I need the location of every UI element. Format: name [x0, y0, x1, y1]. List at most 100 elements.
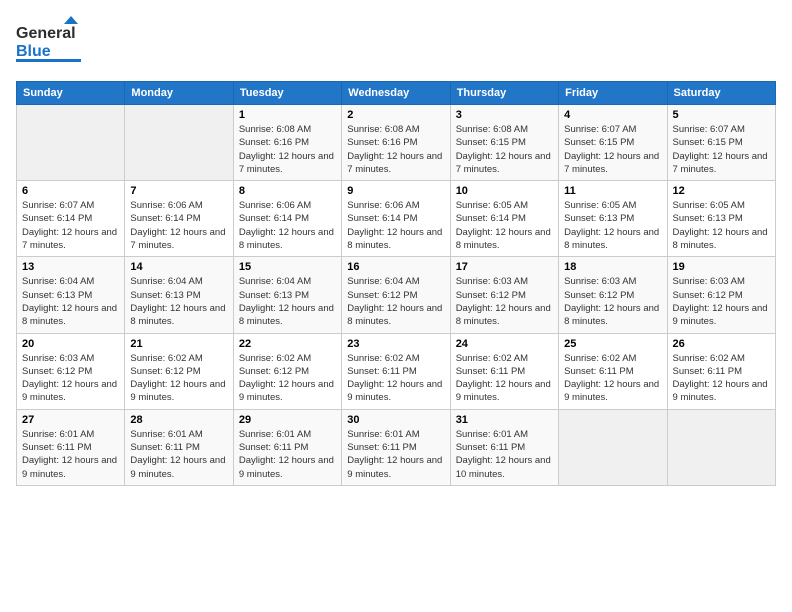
day-number: 25 [564, 338, 661, 350]
calendar-cell: 4 Sunrise: 6:07 AM Sunset: 6:15 PM Daylig… [559, 105, 667, 181]
calendar-cell: 15 Sunrise: 6:04 AM Sunset: 6:13 PM Dayli… [233, 257, 341, 333]
dow-wednesday: Wednesday [342, 82, 450, 105]
calendar-cell: 3 Sunrise: 6:08 AM Sunset: 6:15 PM Daylig… [450, 105, 558, 181]
day-number: 10 [456, 185, 553, 197]
day-number: 27 [22, 414, 119, 426]
week-row-1: 6 Sunrise: 6:07 AM Sunset: 6:14 PM Daylig… [17, 181, 776, 257]
day-info: Sunrise: 6:06 AM Sunset: 6:14 PM Dayligh… [239, 199, 336, 252]
day-number: 28 [130, 414, 227, 426]
day-number: 13 [22, 261, 119, 273]
day-info: Sunrise: 6:01 AM Sunset: 6:11 PM Dayligh… [22, 428, 119, 481]
day-info: Sunrise: 6:04 AM Sunset: 6:13 PM Dayligh… [130, 275, 227, 328]
day-number: 31 [456, 414, 553, 426]
day-info: Sunrise: 6:07 AM Sunset: 6:14 PM Dayligh… [22, 199, 119, 252]
day-info: Sunrise: 6:02 AM Sunset: 6:11 PM Dayligh… [564, 352, 661, 405]
day-info: Sunrise: 6:03 AM Sunset: 6:12 PM Dayligh… [564, 275, 661, 328]
day-info: Sunrise: 6:07 AM Sunset: 6:15 PM Dayligh… [673, 123, 770, 176]
day-number: 18 [564, 261, 661, 273]
svg-text:Blue: Blue [16, 43, 51, 60]
day-info: Sunrise: 6:05 AM Sunset: 6:13 PM Dayligh… [673, 199, 770, 252]
day-number: 9 [347, 185, 444, 197]
day-info: Sunrise: 6:02 AM Sunset: 6:11 PM Dayligh… [347, 352, 444, 405]
calendar-cell: 20 Sunrise: 6:03 AM Sunset: 6:12 PM Dayli… [17, 333, 125, 409]
calendar-cell: 18 Sunrise: 6:03 AM Sunset: 6:12 PM Dayli… [559, 257, 667, 333]
calendar-cell: 7 Sunrise: 6:06 AM Sunset: 6:14 PM Daylig… [125, 181, 233, 257]
day-number: 8 [239, 185, 336, 197]
svg-text:General: General [16, 25, 76, 42]
calendar-cell [559, 409, 667, 485]
logo-icon: General Blue [16, 16, 86, 71]
day-number: 11 [564, 185, 661, 197]
calendar-cell: 27 Sunrise: 6:01 AM Sunset: 6:11 PM Dayli… [17, 409, 125, 485]
calendar-cell: 9 Sunrise: 6:06 AM Sunset: 6:14 PM Daylig… [342, 181, 450, 257]
logo: General Blue [16, 16, 86, 71]
calendar-cell [125, 105, 233, 181]
day-info: Sunrise: 6:07 AM Sunset: 6:15 PM Dayligh… [564, 123, 661, 176]
calendar-cell: 14 Sunrise: 6:04 AM Sunset: 6:13 PM Dayli… [125, 257, 233, 333]
day-info: Sunrise: 6:03 AM Sunset: 6:12 PM Dayligh… [673, 275, 770, 328]
calendar-cell: 30Sunrise: 6:01 AM Sunset: 6:11 PM Dayli… [342, 409, 450, 485]
calendar-cell: 22 Sunrise: 6:02 AM Sunset: 6:12 PM Dayli… [233, 333, 341, 409]
week-row-2: 13 Sunrise: 6:04 AM Sunset: 6:13 PM Dayli… [17, 257, 776, 333]
dow-saturday: Saturday [667, 82, 775, 105]
calendar-body: 1 Sunrise: 6:08 AM Sunset: 6:16 PM Daylig… [17, 105, 776, 486]
day-info: Sunrise: 6:04 AM Sunset: 6:13 PM Dayligh… [239, 275, 336, 328]
day-info: Sunrise: 6:01 AM Sunset: 6:11 PM Dayligh… [456, 428, 553, 481]
calendar-cell: 1 Sunrise: 6:08 AM Sunset: 6:16 PM Daylig… [233, 105, 341, 181]
day-info: Sunrise: 6:03 AM Sunset: 6:12 PM Dayligh… [22, 352, 119, 405]
calendar-cell [17, 105, 125, 181]
day-info: Sunrise: 6:06 AM Sunset: 6:14 PM Dayligh… [130, 199, 227, 252]
day-number: 26 [673, 338, 770, 350]
day-info: Sunrise: 6:01 AM Sunset: 6:11 PM Dayligh… [347, 428, 444, 481]
day-info: Sunrise: 6:08 AM Sunset: 6:15 PM Dayligh… [456, 123, 553, 176]
week-row-0: 1 Sunrise: 6:08 AM Sunset: 6:16 PM Daylig… [17, 105, 776, 181]
day-number: 4 [564, 109, 661, 121]
day-info: Sunrise: 6:08 AM Sunset: 6:16 PM Dayligh… [239, 123, 336, 176]
dow-monday: Monday [125, 82, 233, 105]
calendar-cell: 19 Sunrise: 6:03 AM Sunset: 6:12 PM Dayli… [667, 257, 775, 333]
calendar-cell: 2Sunrise: 6:08 AM Sunset: 6:16 PM Daylig… [342, 105, 450, 181]
day-number: 12 [673, 185, 770, 197]
day-number: 22 [239, 338, 336, 350]
day-number: 3 [456, 109, 553, 121]
calendar-cell: 24Sunrise: 6:02 AM Sunset: 6:11 PM Dayli… [450, 333, 558, 409]
day-info: Sunrise: 6:02 AM Sunset: 6:12 PM Dayligh… [130, 352, 227, 405]
dow-thursday: Thursday [450, 82, 558, 105]
day-of-week-header: SundayMondayTuesdayWednesdayThursdayFrid… [17, 82, 776, 105]
page-header: General Blue [16, 16, 776, 71]
calendar-cell: 10 Sunrise: 6:05 AM Sunset: 6:14 PM Dayli… [450, 181, 558, 257]
day-info: Sunrise: 6:01 AM Sunset: 6:11 PM Dayligh… [130, 428, 227, 481]
calendar-cell: 12 Sunrise: 6:05 AM Sunset: 6:13 PM Dayli… [667, 181, 775, 257]
calendar-cell: 26 Sunrise: 6:02 AM Sunset: 6:11 PM Dayli… [667, 333, 775, 409]
day-info: Sunrise: 6:05 AM Sunset: 6:14 PM Dayligh… [456, 199, 553, 252]
calendar-cell: 5Sunrise: 6:07 AM Sunset: 6:15 PM Daylig… [667, 105, 775, 181]
calendar-cell: 21 Sunrise: 6:02 AM Sunset: 6:12 PM Dayli… [125, 333, 233, 409]
day-number: 7 [130, 185, 227, 197]
day-info: Sunrise: 6:04 AM Sunset: 6:12 PM Dayligh… [347, 275, 444, 328]
day-info: Sunrise: 6:02 AM Sunset: 6:12 PM Dayligh… [239, 352, 336, 405]
day-info: Sunrise: 6:05 AM Sunset: 6:13 PM Dayligh… [564, 199, 661, 252]
day-info: Sunrise: 6:02 AM Sunset: 6:11 PM Dayligh… [673, 352, 770, 405]
calendar-cell: 6 Sunrise: 6:07 AM Sunset: 6:14 PM Daylig… [17, 181, 125, 257]
day-number: 16 [347, 261, 444, 273]
day-info: Sunrise: 6:06 AM Sunset: 6:14 PM Dayligh… [347, 199, 444, 252]
calendar-cell: 8 Sunrise: 6:06 AM Sunset: 6:14 PM Daylig… [233, 181, 341, 257]
day-number: 1 [239, 109, 336, 121]
calendar-cell: 23 Sunrise: 6:02 AM Sunset: 6:11 PM Dayli… [342, 333, 450, 409]
day-number: 14 [130, 261, 227, 273]
day-number: 17 [456, 261, 553, 273]
day-number: 2 [347, 109, 444, 121]
day-number: 20 [22, 338, 119, 350]
calendar-cell: 31 Sunrise: 6:01 AM Sunset: 6:11 PM Dayli… [450, 409, 558, 485]
week-row-3: 20 Sunrise: 6:03 AM Sunset: 6:12 PM Dayli… [17, 333, 776, 409]
calendar-cell: 29Sunrise: 6:01 AM Sunset: 6:11 PM Dayli… [233, 409, 341, 485]
day-info: Sunrise: 6:04 AM Sunset: 6:13 PM Dayligh… [22, 275, 119, 328]
calendar-cell: 11 Sunrise: 6:05 AM Sunset: 6:13 PM Dayli… [559, 181, 667, 257]
day-number: 15 [239, 261, 336, 273]
day-number: 21 [130, 338, 227, 350]
day-number: 6 [22, 185, 119, 197]
dow-friday: Friday [559, 82, 667, 105]
calendar-cell: 13 Sunrise: 6:04 AM Sunset: 6:13 PM Dayli… [17, 257, 125, 333]
day-number: 23 [347, 338, 444, 350]
day-number: 19 [673, 261, 770, 273]
